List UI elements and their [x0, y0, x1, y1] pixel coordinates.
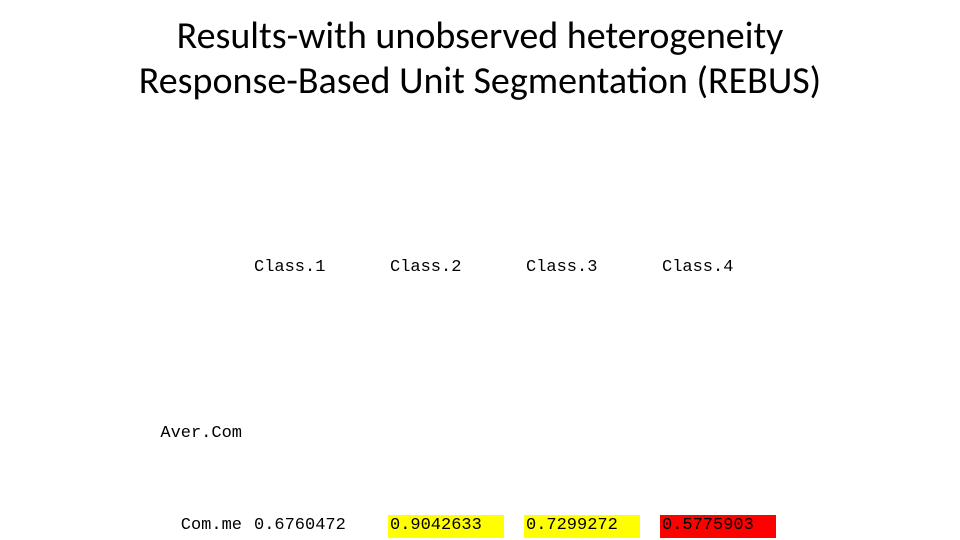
cell-highlight-yellow: 0.9042633: [388, 515, 504, 538]
header-class-4: Class.4: [660, 257, 776, 280]
results-table: Class.1 Class.2 Class.3 Class.4 Aver.Com…: [150, 188, 796, 540]
header-class-1: Class.1: [252, 257, 368, 280]
header-blank: [150, 257, 252, 280]
cell: [524, 423, 640, 446]
cell: [660, 423, 776, 446]
title-line-2: Response-Based Unit Segmentation (REBUS): [139, 58, 821, 104]
cell: [252, 423, 368, 446]
table-row: Com.me 0.6760472 0.9042633 0.7299272 0.5…: [150, 515, 796, 538]
spacer: [150, 349, 796, 355]
slide-title: Results-with unobserved heterogeneity Re…: [0, 14, 960, 104]
cell-highlight-red: 0.5775903: [660, 515, 776, 538]
row-label: Aver.Com: [150, 423, 252, 446]
cell-highlight-yellow: 0.7299272: [524, 515, 640, 538]
header-class-3: Class.3: [524, 257, 640, 280]
table-row: Aver.Com: [150, 423, 796, 446]
row-label: Com.me: [150, 515, 252, 538]
cell: 0.6760472: [252, 515, 368, 538]
table-header-row: Class.1 Class.2 Class.3 Class.4: [150, 257, 796, 280]
title-line-1: Results-with unobserved heterogeneity: [177, 13, 784, 59]
slide: Results-with unobserved heterogeneity Re…: [0, 0, 960, 540]
cell: [388, 423, 504, 446]
header-class-2: Class.2: [388, 257, 504, 280]
